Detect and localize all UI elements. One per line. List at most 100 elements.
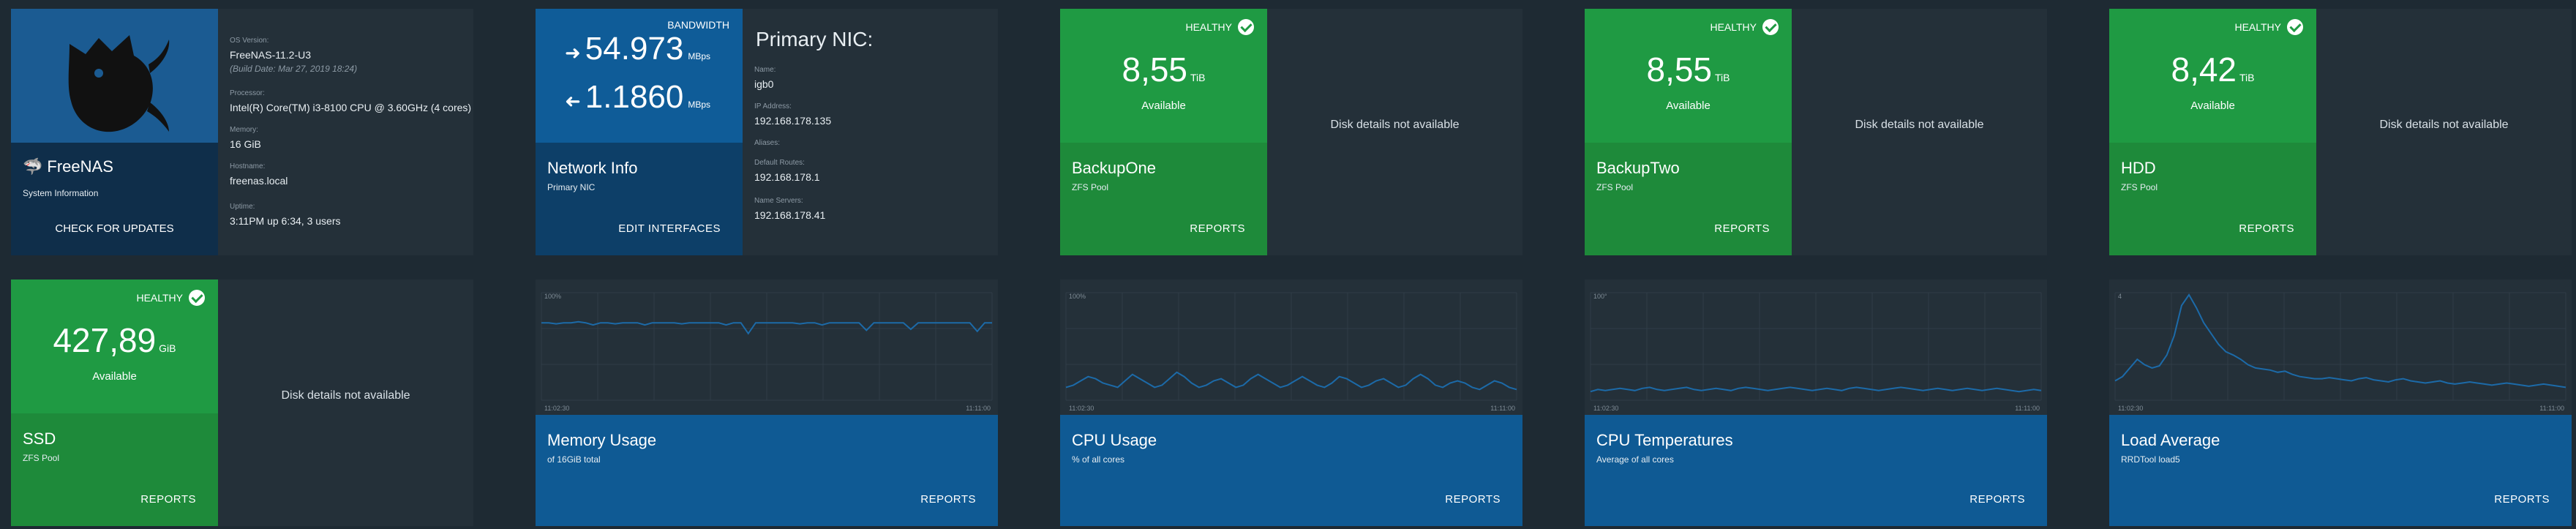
pool-status-panel: HEALTHY 427,89 GiB Available [11, 279, 218, 413]
bandwidth-in: ➜ 54.973 MBps [565, 31, 711, 67]
line-chart: 100% 11:02:30 11:11:00 [1065, 292, 1517, 412]
pool-status-panel: HEALTHY 8,55 TiB Available [1585, 9, 1792, 143]
line-chart: 100% 11:02:30 11:11:00 [541, 292, 993, 412]
system-info-footer: 🦈 FreeNAS System Information CHECK FOR U… [11, 143, 218, 255]
chart-title: Memory Usage [547, 431, 657, 449]
y-axis-top-label: 100% [544, 293, 561, 300]
check-icon [1762, 19, 1779, 35]
x-axis-start-label: 11:02:30 [2118, 405, 2143, 412]
hostname: Hostname: freenas.local [230, 162, 288, 187]
freenas-logo: 🦈 FreeNAS [23, 157, 113, 176]
pool-status-panel: HEALTHY 8,55 TiB Available [1060, 9, 1267, 143]
pool-status-badge: HEALTHY [2234, 19, 2303, 35]
chart-area: 100° 11:02:30 11:11:00 [1585, 279, 2047, 415]
pool-disk-details: Disk details not available [2316, 9, 2572, 255]
system-details: OS Version: FreeNAS-11.2-U3 (Build Date:… [218, 9, 473, 255]
check-icon [1238, 19, 1254, 35]
chart-reports-button[interactable]: REPORTS [1969, 493, 2025, 506]
bandwidth-label: BANDWIDTH [667, 19, 729, 31]
pool-status-badge: HEALTHY [136, 290, 205, 306]
system-info-card: 🦈 FreeNAS System Information CHECK FOR U… [11, 9, 473, 255]
pool-card: HEALTHY 8,42 TiB Available HDD ZFS Pool R… [2109, 9, 2572, 255]
chart-area: 100% 11:02:30 11:11:00 [1060, 279, 1522, 415]
disk-details-message: Disk details not available [281, 389, 410, 402]
pool-status-badge: HEALTHY [1185, 19, 1254, 35]
pool-reports-button[interactable]: REPORTS [1714, 222, 1770, 235]
chart-subtitle: % of all cores [1072, 454, 1125, 465]
line-chart: 100° 11:02:30 11:11:00 [1590, 292, 2042, 412]
pool-type: ZFS Pool [1596, 182, 1634, 192]
pool-available-label: Available [1666, 100, 1711, 112]
y-axis-top-label: 4 [2118, 293, 2122, 300]
chart-reports-button[interactable]: REPORTS [920, 493, 976, 506]
x-axis-start-label: 11:02:30 [1593, 405, 1618, 412]
x-axis-end-label: 11:11:00 [966, 405, 991, 412]
pool-name: BackupOne [1072, 159, 1156, 177]
chart-title: CPU Usage [1072, 431, 1157, 449]
load-average-card: 4 11:02:30 11:11:00 Load Average RRDTool l… [2109, 279, 2572, 526]
disk-details-message: Disk details not available [1330, 119, 1460, 131]
system-logo-panel [11, 9, 218, 143]
nic-name: Name: igb0 [754, 66, 776, 90]
pool-card: HEALTHY 427,89 GiB Available SSD ZFS Pool… [11, 279, 473, 526]
x-axis-end-label: 11:11:00 [1490, 405, 1515, 412]
chart-area: 4 11:02:30 11:11:00 [2109, 279, 2572, 415]
chart-footer: Memory Usage of 16GiB total REPORTS [536, 415, 998, 526]
pool-available-size: 427,89 GiB [53, 321, 176, 359]
nic-aliases: Aliases: [754, 139, 781, 147]
pool-status-panel: HEALTHY 8,42 TiB Available [2109, 9, 2316, 143]
nic-title: Primary NIC: [756, 28, 874, 50]
chart-footer: CPU Temperatures Average of all cores RE… [1585, 415, 2047, 526]
os-version: OS Version: FreeNAS-11.2-U3 (Build Date:… [230, 37, 358, 74]
chart-reports-button[interactable]: REPORTS [2494, 493, 2550, 506]
pool-type: ZFS Pool [23, 453, 60, 463]
freenas-shark-small-icon: 🦈 [23, 157, 43, 176]
pool-name: SSD [23, 429, 56, 448]
pool-footer: BackupTwo ZFS Pool REPORTS [1585, 143, 1792, 255]
freenas-shark-icon [68, 35, 170, 132]
pool-disk-details: Disk details not available [1792, 9, 2047, 255]
pool-reports-button[interactable]: REPORTS [1190, 222, 1245, 235]
y-axis-top-label: 100% [1069, 293, 1086, 300]
pool-footer: SSD ZFS Pool REPORTS [11, 413, 218, 526]
pool-disk-details: Disk details not available [218, 279, 473, 526]
pool-reports-button[interactable]: REPORTS [2239, 222, 2294, 235]
nic-details: Primary NIC: Name: igb0 IP Address: 192.… [743, 9, 998, 255]
arrow-left-icon: ➜ [565, 90, 581, 112]
memory: Memory: 16 GiB [230, 126, 261, 150]
pool-type: ZFS Pool [1072, 182, 1109, 192]
x-axis-end-label: 11:11:00 [2539, 405, 2564, 412]
pool-reports-button[interactable]: REPORTS [140, 493, 196, 506]
chart-subtitle: of 16GiB total [547, 454, 601, 465]
x-axis-start-label: 11:02:30 [1069, 405, 1094, 412]
system-info-subtitle: System Information [23, 188, 99, 198]
bandwidth-out: ➜ 1.1860 MBps [565, 79, 711, 115]
disk-details-message: Disk details not available [2379, 119, 2509, 131]
cpu-usage-card: 100% 11:02:30 11:11:00 CPU Usage % of all … [1060, 279, 1522, 526]
bandwidth-panel: BANDWIDTH ➜ 54.973 MBps ➜ 1.1860 MBps [536, 9, 743, 143]
pool-type: ZFS Pool [2121, 182, 2158, 192]
memory-usage-card: 100% 11:02:30 11:11:00 Memory Usage of 16G… [536, 279, 998, 526]
disk-details-message: Disk details not available [1855, 119, 1984, 131]
processor: Processor: Intel(R) Core(TM) i3-8100 CPU… [230, 89, 472, 113]
y-axis-top-label: 100° [1593, 293, 1607, 300]
chart-reports-button[interactable]: REPORTS [1445, 493, 1501, 506]
pool-card: HEALTHY 8,55 TiB Available BackupOne ZFS … [1060, 9, 1522, 255]
pool-card: HEALTHY 8,55 TiB Available BackupTwo ZFS … [1585, 9, 2047, 255]
check-for-updates-button[interactable]: CHECK FOR UPDATES [11, 222, 218, 235]
uptime: Uptime: 3:11PM up 6:34, 3 users [230, 203, 341, 227]
pool-available-size: 8,55 TiB [1122, 50, 1206, 89]
edit-interfaces-button[interactable]: EDIT INTERFACES [618, 222, 721, 235]
pool-status-badge: HEALTHY [1710, 19, 1779, 35]
chart-title: Load Average [2121, 431, 2220, 449]
pool-footer: HDD ZFS Pool REPORTS [2109, 143, 2316, 255]
chart-title: CPU Temperatures [1596, 431, 1733, 449]
nic-ip: IP Address: 192.168.178.135 [754, 102, 832, 127]
chart-footer: Load Average RRDTool load5 REPORTS [2109, 415, 2572, 526]
pool-available-label: Available [92, 370, 137, 383]
network-title: Network Info [547, 159, 638, 177]
line-chart: 4 11:02:30 11:11:00 [2114, 292, 2566, 412]
check-icon [2287, 19, 2303, 35]
x-axis-start-label: 11:02:30 [544, 405, 569, 412]
pool-available-size: 8,42 TiB [2171, 50, 2255, 89]
